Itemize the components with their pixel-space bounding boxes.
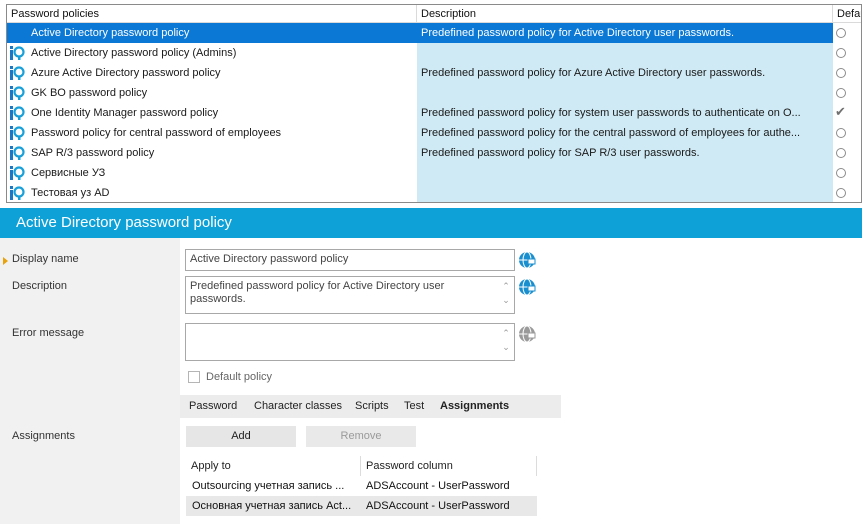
column-header-name[interactable]: Password policies [7, 5, 417, 23]
policy-name: One Identity Manager password policy [31, 107, 219, 119]
tab-scripts[interactable]: Scripts [355, 395, 389, 418]
translate-globe-icon[interactable] [518, 278, 536, 296]
policy-default-cell[interactable] [833, 83, 861, 103]
policy-default-cell[interactable] [833, 183, 861, 202]
default-radio[interactable] [836, 148, 846, 158]
policy-default-cell[interactable] [833, 123, 861, 143]
policy-description: Predefined password policy for system us… [417, 103, 833, 123]
chevron-up-icon[interactable]: ⌃ [500, 326, 512, 340]
tab-password[interactable]: Password [189, 395, 237, 418]
policy-name: SAP R/3 password policy [31, 147, 155, 159]
remove-button[interactable]: Remove [306, 426, 416, 447]
default-radio[interactable] [836, 88, 846, 98]
policy-row[interactable]: Azure Active Directory password policy Pr… [7, 63, 861, 83]
password-policies-grid[interactable]: Password policies Description Defau Acti… [6, 4, 862, 203]
add-button[interactable]: Add [186, 426, 296, 447]
policy-name: Active Directory password policy (Admins… [31, 47, 237, 59]
policy-row[interactable]: SAP R/3 password policy Predefined passwo… [7, 143, 861, 163]
policy-row[interactable]: One Identity Manager password policy Pred… [7, 103, 861, 123]
policy-description: Predefined password policy for SAP R/3 u… [417, 143, 833, 163]
policy-row[interactable]: Active Directory password policy Predefin… [7, 23, 861, 43]
grid-header: Password policies Description Defau [7, 5, 861, 23]
required-marker-icon [3, 257, 8, 265]
assignment-apply-to: Основная учетная запись Act... [192, 500, 352, 512]
assignment-apply-to: Outsourcing учетная запись ... [192, 480, 345, 492]
policy-name: Тестовая уз AD [31, 187, 110, 199]
translate-globe-icon[interactable] [518, 251, 536, 269]
chevron-down-icon[interactable]: ⌄ [500, 340, 512, 354]
chevron-up-icon[interactable]: ⌃ [500, 279, 512, 293]
translate-globe-icon-disabled[interactable] [518, 325, 536, 343]
column-header-default[interactable]: Defau [833, 5, 861, 23]
assignment-row[interactable]: Outsourcing учетная запись ... ADSAccoun… [186, 476, 537, 496]
description-text: Predefined password policy for Active Di… [190, 280, 445, 305]
default-radio[interactable] [836, 48, 846, 58]
policy-description: Predefined password policy for the centr… [417, 123, 833, 143]
policy-description [417, 163, 833, 183]
policy-name: Azure Active Directory password policy [31, 67, 221, 79]
policy-description [417, 83, 833, 103]
policy-default-cell[interactable] [833, 43, 861, 63]
policy-row[interactable]: Сервисные УЗ [7, 163, 861, 183]
policy-row[interactable]: GK BO password policy [7, 83, 861, 103]
error-message-scroll[interactable]: ⌃ ⌄ [500, 326, 512, 354]
tab-assignments[interactable]: Assignments [440, 395, 509, 418]
default-policy-checkbox[interactable] [188, 371, 200, 383]
column-header-description[interactable]: Description [417, 5, 833, 23]
default-radio[interactable] [836, 128, 846, 138]
policy-description [417, 183, 833, 202]
default-radio[interactable] [836, 28, 846, 38]
policy-name: Password policy for central password of … [31, 127, 282, 139]
tab-test[interactable]: Test [404, 395, 424, 418]
assignment-password-column: ADSAccount - UserPassword [366, 480, 510, 492]
column-divider[interactable] [536, 456, 537, 476]
tab-character-classes[interactable]: Character classes [254, 395, 342, 418]
column-divider[interactable] [360, 456, 361, 476]
policy-description: Predefined password policy for Azure Act… [417, 63, 833, 83]
default-radio[interactable] [836, 168, 846, 178]
policy-description: Predefined password policy for Active Di… [417, 23, 833, 43]
policy-row[interactable]: Тестовая уз AD [7, 183, 861, 202]
display-name-label: Display name [12, 253, 79, 265]
description-label: Description [12, 280, 68, 292]
column-header-apply-to[interactable]: Apply to [191, 456, 231, 476]
default-radio[interactable] [836, 68, 846, 78]
checkmark-icon: ✔ [835, 104, 846, 119]
policy-default-cell[interactable] [833, 23, 861, 43]
assignment-password-column: ADSAccount - UserPassword [366, 500, 510, 512]
policy-default-cell[interactable] [833, 63, 861, 83]
policy-name: GK BO password policy [31, 87, 148, 99]
assignment-row[interactable]: Основная учетная запись Act... ADSAccoun… [186, 496, 537, 516]
display-name-field[interactable]: Active Directory password policy [185, 249, 515, 271]
chevron-down-icon[interactable]: ⌄ [500, 293, 512, 307]
policy-name: Сервисные УЗ [31, 167, 106, 179]
detail-tabs: Password Character classes Scripts Test … [180, 395, 561, 418]
policy-row[interactable]: Password policy for central password of … [7, 123, 861, 143]
column-header-password-column[interactable]: Password column [366, 456, 453, 476]
description-scroll[interactable]: ⌃ ⌄ [500, 279, 512, 307]
policy-name: Active Directory password policy [7, 23, 417, 43]
description-field[interactable]: Predefined password policy for Active Di… [185, 276, 515, 314]
error-message-field[interactable]: ⌃ ⌄ [185, 323, 515, 361]
default-radio[interactable] [836, 188, 846, 198]
policy-default-cell[interactable] [833, 163, 861, 183]
policy-default-cell[interactable]: ✔ [833, 103, 861, 123]
policy-default-cell[interactable] [833, 143, 861, 163]
policy-description [417, 43, 833, 63]
detail-title: Active Directory password policy [0, 208, 862, 238]
assignments-label: Assignments [12, 430, 75, 442]
default-policy-label: Default policy [206, 371, 273, 383]
error-message-label: Error message [12, 327, 85, 339]
policy-row[interactable]: Active Directory password policy (Admins… [7, 43, 861, 63]
